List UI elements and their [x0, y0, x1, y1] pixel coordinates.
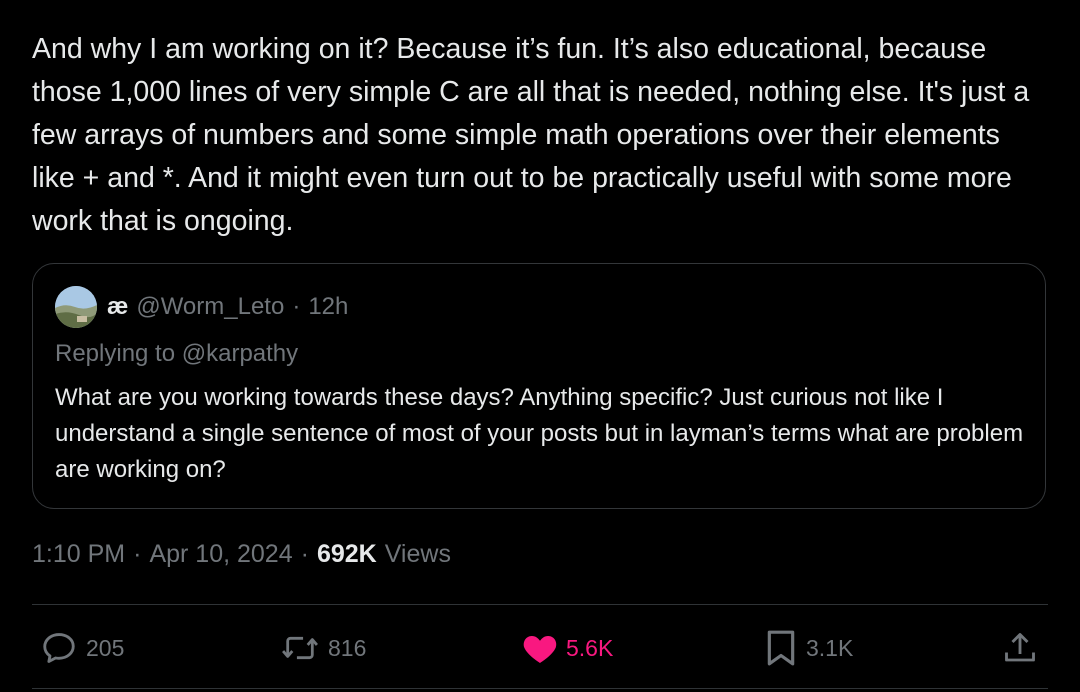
- divider: [32, 688, 1048, 689]
- bookmark-count: 3.1K: [806, 634, 854, 661]
- share-button[interactable]: [1002, 626, 1038, 670]
- quoted-handle[interactable]: @Worm_Leto: [136, 293, 284, 321]
- tweet-date[interactable]: Apr 10, 2024: [149, 540, 292, 569]
- quoted-tweet-card[interactable]: æ @Worm_Leto · 12h Replying to @karpathy…: [32, 263, 1046, 509]
- share-icon: [1005, 633, 1035, 662]
- like-count: 5.6K: [566, 634, 614, 661]
- quoted-tweet-text: What are you working towards these days?…: [55, 384, 1024, 483]
- quoted-display-name[interactable]: æ: [107, 293, 128, 321]
- avatar[interactable]: [55, 286, 97, 328]
- heart-icon: [523, 636, 557, 663]
- repost-button[interactable]: 816: [280, 626, 366, 670]
- meta-separator: ·: [300, 540, 309, 568]
- tweet-text: And why I am working on it? Because it’s…: [32, 33, 1030, 237]
- meta-separator: ·: [133, 540, 142, 568]
- quoted-tweet-header: æ @Worm_Leto · 12h: [55, 286, 348, 328]
- like-button[interactable]: 5.6K: [522, 626, 613, 670]
- replying-to-label: Replying to @karpathy: [55, 340, 299, 367]
- divider: [32, 604, 1048, 605]
- bookmark-icon: [767, 630, 795, 666]
- repost-count: 816: [328, 634, 367, 661]
- quoted-timestamp[interactable]: 12h: [308, 293, 348, 321]
- reply-icon: [43, 633, 75, 663]
- views-count[interactable]: 692K: [317, 540, 377, 569]
- tweet-time[interactable]: 1:10 PM: [32, 540, 125, 569]
- tweet-meta: 1:10 PM · Apr 10, 2024 · 692K Views: [32, 540, 451, 569]
- avatar-image: [55, 286, 97, 328]
- bookmark-button[interactable]: 3.1K: [764, 626, 853, 670]
- repost-icon: [282, 636, 318, 660]
- views-label: Views: [384, 540, 451, 568]
- reply-count: 205: [86, 634, 125, 661]
- action-bar: 205 816 5.6K 3.1K: [0, 626, 1080, 670]
- reply-button[interactable]: 205: [40, 626, 124, 670]
- header-separator: ·: [292, 293, 301, 320]
